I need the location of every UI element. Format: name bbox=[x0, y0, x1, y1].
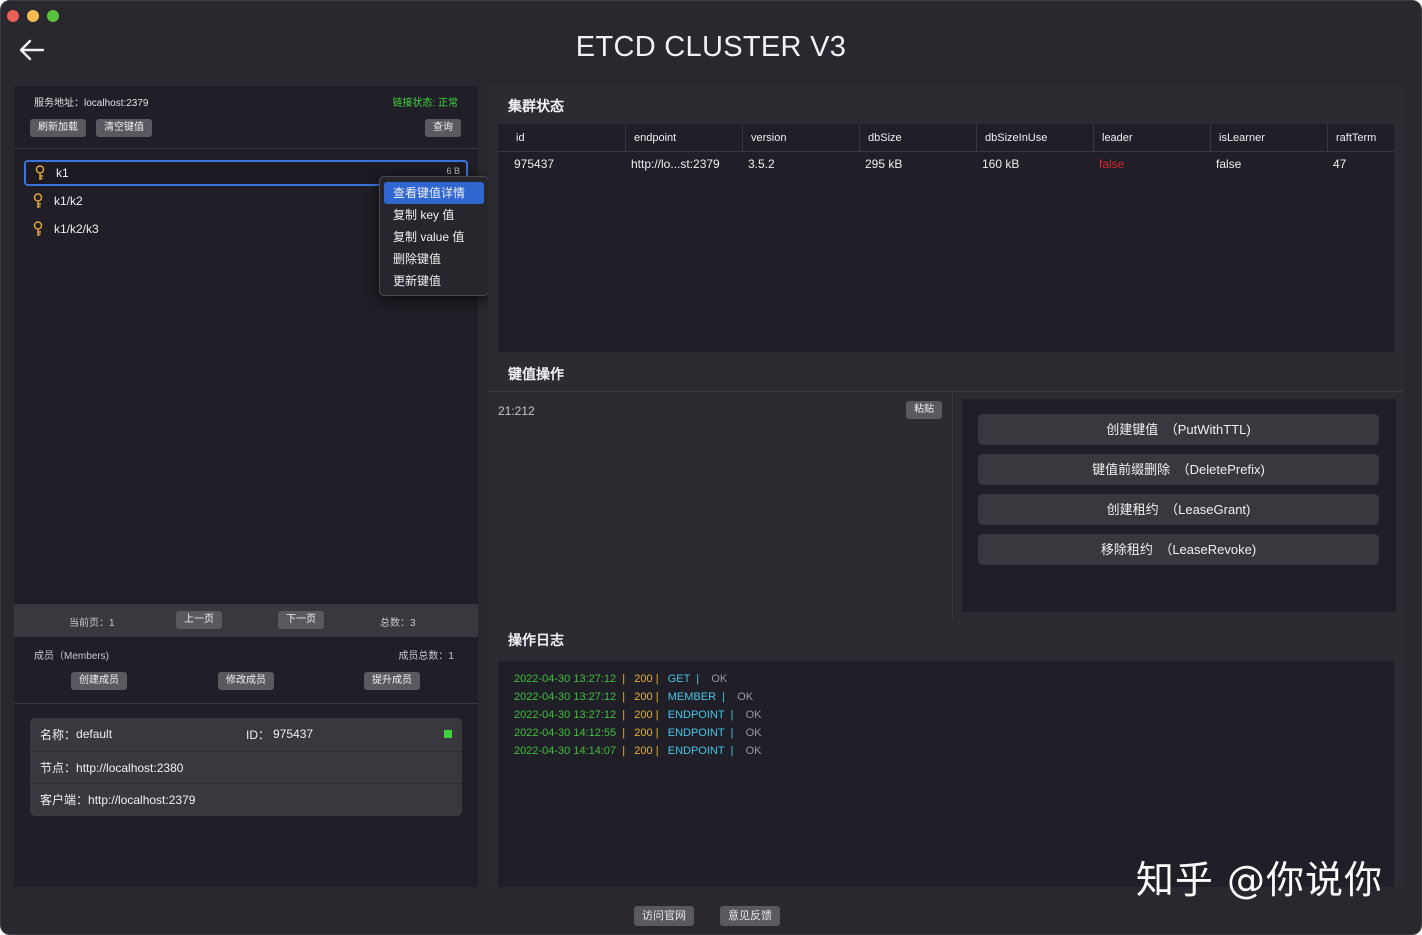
column-header: isLearner bbox=[1210, 124, 1265, 152]
kv-editor[interactable]: 21:212 粘贴 bbox=[488, 392, 953, 620]
column-header: dbSizeInUse bbox=[976, 124, 1047, 152]
current-page: 当前页：1 bbox=[69, 618, 115, 629]
menu-item-update-key[interactable]: 更新键值 bbox=[384, 270, 484, 292]
key-label: k1/k2 bbox=[54, 194, 83, 208]
member-id: 975437 bbox=[273, 727, 314, 741]
log-entry: 2022-04-30 13:27:12 | 200 | GET | OK bbox=[514, 673, 728, 685]
server-address: 服务地址：localhost:2379 bbox=[34, 98, 149, 109]
right-panel: 集群状态 id endpoint version dbSize dbSizeIn… bbox=[488, 86, 1404, 887]
log-entry: 2022-04-30 14:12:55 | 200 | ENDPOINT | O… bbox=[514, 727, 762, 739]
member-card[interactable]: 名称： default ID： 975437 节点： http://localh… bbox=[30, 718, 462, 816]
name-label: 名称： bbox=[40, 727, 77, 742]
member-node-url: http://localhost:2380 bbox=[76, 760, 184, 775]
edit-member-button[interactable]: 修改成员 bbox=[218, 672, 274, 690]
key-label: k1/k2/k3 bbox=[54, 222, 99, 236]
node-label: 节点： bbox=[40, 761, 77, 775]
watermark-text: 知乎 @你说你 bbox=[1135, 858, 1383, 902]
cluster-table: id endpoint version dbSize dbSizeInUse l… bbox=[498, 124, 1394, 352]
cell-id: 975437 bbox=[514, 157, 555, 171]
cluster-status-title: 集群状态 bbox=[508, 98, 564, 114]
promote-member-button[interactable]: 提升成员 bbox=[364, 672, 420, 690]
member-client-url: http://localhost:2379 bbox=[88, 792, 196, 807]
menu-item-delete-key[interactable]: 删除键值 bbox=[384, 248, 484, 270]
next-page-button[interactable]: 下一页 bbox=[278, 611, 324, 629]
app-title: ETCD CLUSTER V3 bbox=[575, 31, 847, 63]
column-header: leader bbox=[1093, 124, 1133, 152]
log-entry: 2022-04-30 13:27:12 | 200 | ENDPOINT | O… bbox=[514, 709, 762, 721]
cell-dbsize-in-use: 160 kB bbox=[982, 157, 1020, 171]
minimize-window-button[interactable] bbox=[27, 10, 39, 22]
key-icon bbox=[28, 221, 48, 237]
kv-ops-title: 键值操作 bbox=[508, 366, 564, 382]
cell-leader: false bbox=[1099, 157, 1125, 171]
cell-endpoint: http://lo...st:2379 bbox=[631, 157, 720, 171]
prev-page-button[interactable]: 上一页 bbox=[176, 611, 222, 629]
column-header: endpoint bbox=[625, 124, 676, 152]
client-label: 客户端： bbox=[40, 793, 89, 807]
app-window: ETCD CLUSTER V3 服务地址：localhost:2379 链接状态… bbox=[0, 0, 1422, 935]
cluster-status-section: 集群状态 id endpoint version dbSize dbSizeIn… bbox=[488, 86, 1404, 354]
column-header: raftTerm bbox=[1327, 124, 1376, 152]
lease-grant-button[interactable]: 创建租约 （LeaseGrant) bbox=[978, 494, 1379, 525]
paste-button[interactable]: 粘贴 bbox=[906, 401, 942, 419]
menu-item-copy-key[interactable]: 复制 key 值 bbox=[384, 204, 484, 226]
lease-revoke-button[interactable]: 移除租约 （LeaseRevoke) bbox=[978, 534, 1379, 565]
close-window-button[interactable] bbox=[7, 10, 19, 22]
member-status-indicator bbox=[444, 730, 452, 738]
id-label: ID： bbox=[246, 727, 271, 742]
maximize-window-button[interactable] bbox=[47, 10, 59, 22]
connection-status: 链接状态: 正常 bbox=[392, 98, 458, 109]
member-client-row: 客户端： http://localhost:2379 bbox=[30, 783, 462, 815]
pagination-bar: 当前页：1 上一页 下一页 总数：3 bbox=[14, 604, 478, 637]
menu-item-copy-value[interactable]: 复制 value 值 bbox=[384, 226, 484, 248]
member-name-row: 名称： default ID： 975437 bbox=[30, 718, 462, 750]
cell-version: 3.5.2 bbox=[748, 157, 775, 171]
clear-keys-button[interactable]: 清空键值 bbox=[96, 119, 152, 137]
refresh-button[interactable]: 刷新加载 bbox=[30, 119, 86, 137]
query-button[interactable]: 查询 bbox=[425, 119, 461, 137]
column-header: id bbox=[516, 132, 525, 144]
key-label: k1 bbox=[56, 166, 69, 180]
kv-ops-panel: 创建键值 （PutWithTTL) 键值前缀删除 （DeletePrefix) … bbox=[962, 399, 1396, 612]
members-total: 成员总数：1 bbox=[398, 651, 454, 662]
cell-dbsize: 295 kB bbox=[865, 157, 903, 171]
cell-raft-term: 47 bbox=[1333, 157, 1347, 171]
server-toolbar: 服务地址：localhost:2379 链接状态: 正常 刷新加载 清空键值 查… bbox=[14, 86, 478, 149]
window-controls bbox=[7, 10, 59, 22]
table-header: id endpoint version dbSize dbSizeInUse l… bbox=[498, 124, 1394, 152]
members-header: 成员（Members) 成员总数：1 创建成员 修改成员 提升成员 bbox=[14, 637, 478, 704]
members-label: 成员（Members) bbox=[34, 651, 110, 662]
visit-website-button[interactable]: 访问官网 bbox=[634, 906, 694, 926]
put-with-ttl-button[interactable]: 创建键值 （PutWithTTL) bbox=[978, 414, 1379, 445]
column-header: dbSize bbox=[859, 124, 902, 152]
cell-is-learner: false bbox=[1216, 157, 1242, 171]
column-header: version bbox=[742, 124, 786, 152]
total-count: 总数：3 bbox=[380, 618, 416, 629]
kv-ops-header: 键值操作 bbox=[488, 354, 1404, 392]
kv-value-text[interactable]: 21:212 bbox=[498, 404, 535, 418]
delete-prefix-button[interactable]: 键值前缀删除 （DeletePrefix) bbox=[978, 454, 1379, 485]
log-entry: 2022-04-30 14:14:07 | 200 | ENDPOINT | O… bbox=[514, 745, 762, 757]
key-size: 6 B bbox=[446, 166, 460, 176]
member-node-row: 节点： http://localhost:2380 bbox=[30, 751, 462, 783]
member-name: default bbox=[76, 727, 113, 741]
key-icon bbox=[30, 165, 50, 181]
log-entry: 2022-04-30 13:27:12 | 200 | MEMBER | OK bbox=[514, 691, 754, 703]
key-icon bbox=[28, 193, 48, 209]
create-member-button[interactable]: 创建成员 bbox=[71, 672, 127, 690]
feedback-button[interactable]: 意见反馈 bbox=[720, 906, 780, 926]
key-context-menu: 查看键值详情 复制 key 值 复制 value 值 删除键值 更新键值 bbox=[379, 176, 489, 296]
menu-item-view-details[interactable]: 查看键值详情 bbox=[384, 182, 484, 204]
log-title: 操作日志 bbox=[508, 632, 564, 648]
